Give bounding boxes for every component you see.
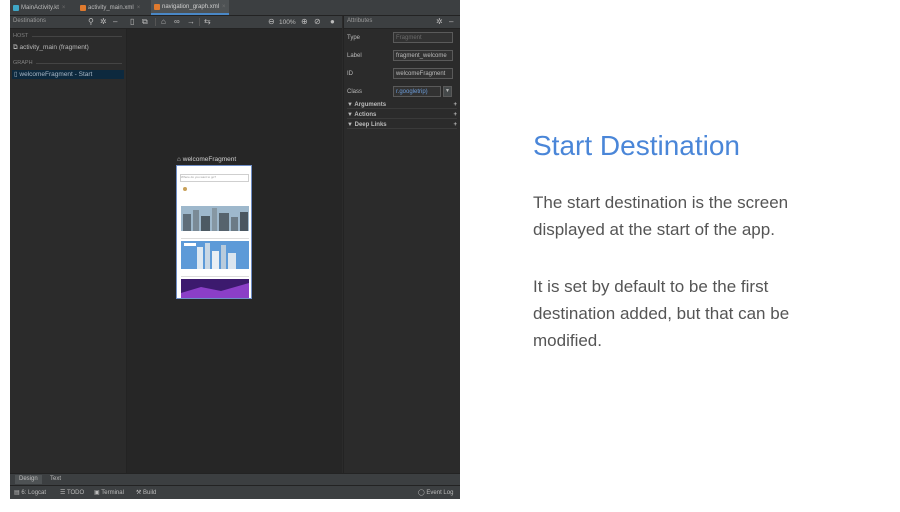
deep-links-label: Deep Links [354, 122, 387, 128]
class-dropdown-button[interactable]: ▼ [443, 86, 452, 97]
close-icon[interactable]: × [62, 5, 66, 11]
type-label: Type [347, 35, 361, 41]
host-item-label: activity_main (fragment) [19, 44, 89, 51]
welcome-fragment-preview[interactable]: Where do you want to go? [176, 165, 252, 299]
graph-item-label: welcomeFragment - Start [19, 71, 93, 78]
nested-graph-icon[interactable]: ⧉ [142, 17, 148, 27]
divider [32, 36, 122, 37]
fit-screen-icon[interactable]: ⊘ [314, 17, 321, 27]
gear-icon[interactable]: ✲ [436, 17, 443, 26]
build-button[interactable]: ⚒ Build [136, 489, 156, 496]
logcat-button[interactable]: ▤ 6: Logcat [14, 489, 46, 496]
kotlin-file-icon [13, 4, 19, 11]
terminal-button[interactable]: ▣ Terminal [94, 489, 124, 496]
attributes-title: Attributes [347, 18, 373, 24]
class-field[interactable]: r.googletrip) [393, 86, 441, 97]
home-icon[interactable]: ⌂ [161, 17, 166, 27]
zoom-level: 100% [279, 19, 296, 26]
destination-label: ⌂ welcomeFragment [177, 156, 236, 163]
logcat-label: 6: Logcat [21, 490, 47, 496]
gear-icon[interactable]: ✲ [100, 17, 107, 27]
zoom-in-icon[interactable]: ⊕ [301, 17, 308, 27]
toolbar-divider [199, 18, 200, 26]
search-icon[interactable]: ⚲ [88, 17, 94, 27]
terminal-label: Terminal [101, 490, 124, 496]
event-log-label: Event Log [426, 490, 454, 496]
event-log-button[interactable]: ◯ Event Log [418, 489, 453, 496]
navigation-graph-canvas[interactable]: ⌂ welcomeFragment Where do you want to g… [127, 29, 342, 473]
host-header: HOST [13, 33, 29, 39]
tool-window-bar: ▤ 6: Logcat ☰ TODO ▣ Terminal ⚒ Build ◯ … [10, 485, 460, 499]
xml-file-icon [80, 4, 86, 11]
divider [36, 63, 122, 64]
todo-icon: ☰ [60, 490, 67, 496]
card-caption [181, 232, 249, 239]
close-icon[interactable]: × [222, 4, 226, 10]
class-label: Class [347, 89, 363, 95]
minimize-icon[interactable]: – [449, 17, 453, 26]
tab-label: activity_main.xml [88, 4, 134, 11]
id-field[interactable]: welcomeFragment [393, 68, 453, 79]
slide-paragraph-1: The start destination is the screen disp… [533, 193, 789, 239]
label-field[interactable]: fragment_welcome [393, 50, 453, 61]
todo-button[interactable]: ☰ TODO [60, 489, 84, 496]
destination-icon: ▯ [14, 71, 18, 78]
editor-tab-bar: MainActivity.kt × activity_main.xml × na… [10, 0, 460, 16]
fragment-host-icon: ⧉ [13, 44, 18, 51]
new-destination-icon[interactable]: ▯ [130, 17, 134, 27]
slide-title: Start Destination [533, 130, 740, 161]
tab-label: navigation_graph.xml [162, 3, 220, 10]
ide-window: MainActivity.kt × activity_main.xml × na… [10, 0, 460, 499]
build-label: Build [143, 490, 157, 496]
auto-arrange-icon[interactable]: ⇆ [204, 17, 211, 27]
type-field: Fragment [393, 32, 453, 43]
slide-paragraph-2: It is set by default to be the first des… [533, 277, 790, 350]
tab-navigation-graph[interactable]: navigation_graph.xml × [151, 0, 229, 15]
arguments-label: Arguments [354, 102, 387, 108]
host-item[interactable]: ⧉ activity_main (fragment) [13, 44, 89, 52]
search-placeholder: Where do you want to go? [181, 175, 217, 179]
zoom-out-icon[interactable]: ⊖ [268, 17, 275, 27]
deep-links-section[interactable]: ▼ Deep Links + [347, 122, 457, 129]
purple-photo [181, 279, 249, 298]
attributes-panel: Attributes ✲ – Type Fragment Label fragm… [343, 16, 460, 473]
add-deep-link-icon[interactable]: + [453, 122, 457, 128]
skyline-photo [181, 241, 249, 269]
tab-main-activity[interactable]: MainActivity.kt × [13, 0, 65, 15]
action-arrow-icon[interactable]: → [187, 17, 195, 27]
deep-link-icon[interactable]: ∞ [174, 17, 180, 27]
hammer-icon: ⚒ [136, 490, 144, 496]
attributes-header: Attributes ✲ – [344, 16, 460, 29]
destinations-title: Destinations [13, 18, 47, 24]
close-icon[interactable]: × [137, 5, 141, 11]
tab-design[interactable]: Design [15, 475, 42, 484]
add-argument-icon[interactable]: + [453, 102, 457, 108]
card-caption [181, 270, 249, 277]
tab-label: MainActivity.kt [21, 4, 59, 11]
minimize-icon[interactable]: – [113, 17, 117, 27]
tab-text[interactable]: Text [46, 475, 65, 484]
label-label: Label [347, 53, 362, 59]
city-photo [181, 206, 249, 231]
toolbar-divider [155, 18, 156, 26]
graph-toolbar: Destinations ⚲ ✲ – ▯ ⧉ ⌂ ∞ → ⇆ ⊖ 100% ⊕ … [10, 16, 342, 29]
id-label: ID [347, 71, 353, 77]
xml-file-icon [154, 3, 160, 10]
info-icon[interactable]: ● [330, 17, 335, 27]
home-start-icon: ⌂ [177, 156, 181, 163]
editor-mode-tabs: Design Text [10, 473, 460, 485]
destination-name: welcomeFragment [182, 156, 237, 163]
destinations-panel: HOST ⧉ activity_main (fragment) GRAPH ▯ … [10, 29, 127, 473]
actions-label: Actions [354, 112, 377, 118]
arguments-section[interactable]: ▼ Arguments + [347, 102, 457, 109]
tab-activity-main[interactable]: activity_main.xml × [80, 0, 140, 15]
graph-header: GRAPH [13, 60, 33, 66]
add-action-icon[interactable]: + [453, 112, 457, 118]
logo-icon [183, 187, 187, 191]
graph-item-welcome-fragment[interactable]: ▯ welcomeFragment - Start [12, 70, 124, 79]
todo-label: TODO [66, 490, 85, 496]
search-field-preview: Where do you want to go? [180, 174, 249, 182]
actions-section[interactable]: ▼ Actions + [347, 112, 457, 119]
